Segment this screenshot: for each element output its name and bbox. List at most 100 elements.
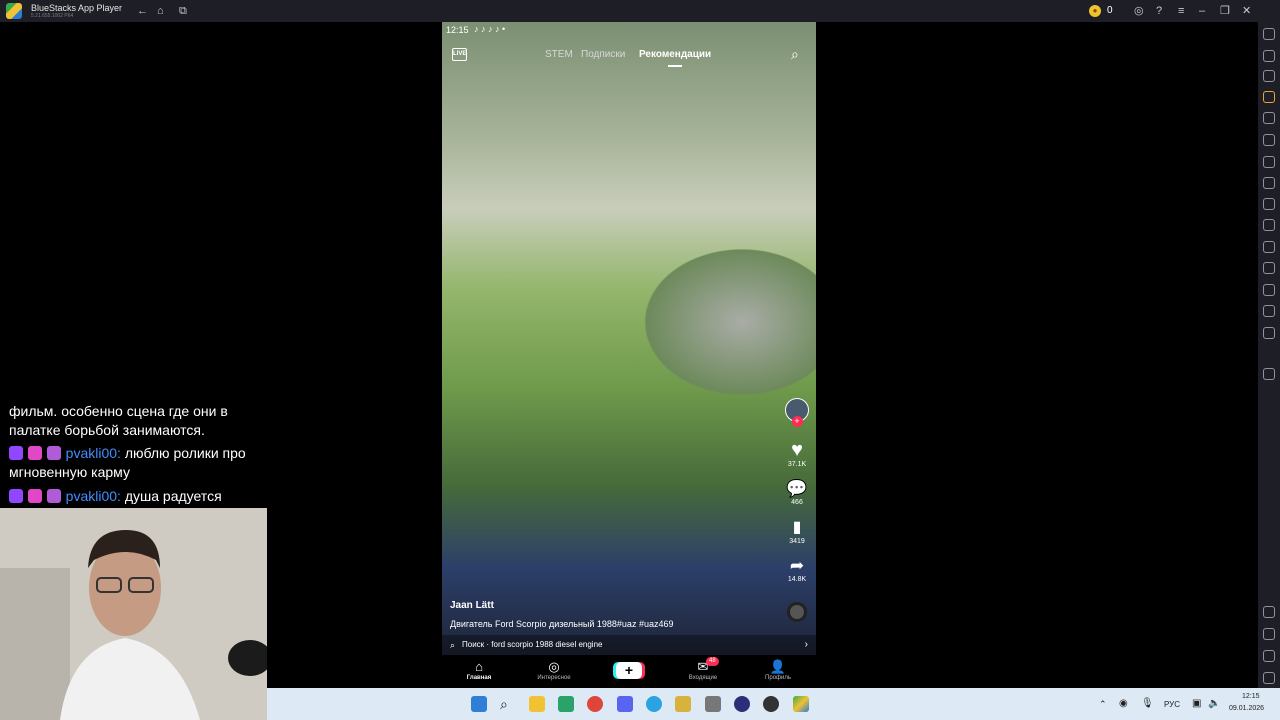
chevron-right-icon: ›: [804, 639, 808, 650]
nav-inbox[interactable]: ✉ Входящие: [678, 659, 728, 681]
screenshot-icon[interactable]: [1263, 198, 1275, 210]
sub-badge-icon: [46, 489, 61, 503]
performance-icon[interactable]: [1263, 177, 1275, 189]
tray-app-icon[interactable]: ◉: [1119, 698, 1128, 709]
multi-instance-icon[interactable]: ⧉: [179, 4, 187, 18]
edge-icon[interactable]: [558, 696, 574, 712]
volume-icon[interactable]: [1263, 50, 1275, 62]
heart-badge-icon: [27, 446, 42, 460]
related-search-text: Поиск · ford scorpio 1988 diesel engine: [462, 640, 603, 649]
install-apk-icon[interactable]: [1263, 70, 1275, 82]
chat-message: pvakli00: душа радуется: [9, 487, 259, 506]
nav-profile-label: Профиль: [765, 675, 791, 681]
heart-icon: ♥: [791, 439, 803, 461]
clock-date[interactable]: 09.01.2026: [1229, 705, 1264, 712]
discord-icon[interactable]: [617, 696, 633, 712]
like-button[interactable]: ♥ 37.1K: [782, 440, 812, 468]
clock-time[interactable]: 12:15: [1242, 693, 1260, 700]
tray-chevron-icon[interactable]: ⌃: [1099, 699, 1107, 710]
comment-button[interactable]: 💬 466: [782, 480, 812, 507]
restore-icon[interactable]: ❐: [1220, 4, 1230, 18]
telegram-icon[interactable]: [646, 696, 662, 712]
tiktok-screen: 12:15 ♪ ♪ ♪ ♪ • LIVE STEM Подписки Реком…: [442, 22, 816, 688]
app-title: BlueStacks App Player: [31, 3, 123, 13]
game-controls-icon[interactable]: [1263, 91, 1275, 103]
inbox-icon: ✉: [697, 659, 709, 674]
create-button[interactable]: +: [616, 662, 642, 679]
back-icon[interactable]: ←: [137, 4, 148, 18]
start-icon[interactable]: [471, 696, 487, 712]
search-taskbar-icon[interactable]: ⌕: [500, 696, 516, 712]
microphone-icon[interactable]: 🎙: [1141, 698, 1154, 709]
fullscreen-icon[interactable]: [1263, 28, 1275, 40]
tab-for-you[interactable]: Рекомендации: [639, 49, 711, 60]
menu-icon[interactable]: ≡: [1178, 4, 1184, 18]
sub-badge-icon: [46, 446, 61, 460]
tab-following[interactable]: Подписки: [581, 49, 625, 60]
file-explorer-icon[interactable]: [529, 696, 545, 712]
account-icon[interactable]: ◎: [1134, 4, 1144, 18]
bottom-navigation: ⌂ Главная ◎ Интересное + ✉ Входящие 48 👤…: [442, 655, 816, 688]
nav-profile[interactable]: 👤 Профиль: [753, 659, 803, 681]
android-recents-icon[interactable]: [1263, 672, 1275, 684]
chat-message-text: душа радуется: [120, 488, 222, 504]
streamer-silhouette: [0, 508, 267, 720]
android-home-icon[interactable]: [1263, 650, 1275, 662]
settings-icon[interactable]: [1263, 606, 1275, 618]
bookmark-icon: ▮: [792, 519, 802, 536]
media-folder-icon[interactable]: [1263, 241, 1275, 253]
like-count: 37.1K: [787, 461, 807, 468]
location-icon[interactable]: [1263, 262, 1275, 274]
chat-app-icon[interactable]: [734, 696, 750, 712]
chrome-icon[interactable]: [587, 696, 603, 712]
app-icon[interactable]: [675, 696, 691, 712]
status-time: 12:15: [446, 25, 469, 35]
tab-active-indicator: [668, 65, 682, 67]
nav-inbox-label: Входящие: [688, 675, 718, 681]
minimize-icon[interactable]: –: [1199, 4, 1205, 18]
app-version: 5.21.655.1002 P64: [31, 13, 74, 19]
layers-icon[interactable]: [1263, 327, 1275, 339]
language-indicator[interactable]: РУС: [1164, 700, 1180, 709]
related-search-bar[interactable]: ⌕ Поиск · ford scorpio 1988 diesel engin…: [442, 635, 816, 655]
author-avatar[interactable]: +: [782, 398, 812, 427]
nav-discover[interactable]: ◎ Интересное: [529, 659, 579, 681]
bluestacks-taskbar-icon[interactable]: [793, 696, 809, 712]
chat-message-text: фильм. особенно сцена где они в палатке …: [9, 403, 228, 438]
stream-chat: фильм. особенно сцена где они в палатке …: [0, 398, 267, 508]
video-caption[interactable]: Двигатель Ford Scorpio дизельный 1988#ua…: [450, 619, 673, 629]
app-window-icon[interactable]: [705, 696, 721, 712]
follow-plus-icon[interactable]: +: [791, 416, 803, 427]
live-icon[interactable]: LIVE: [452, 48, 467, 61]
macro-icon[interactable]: [1263, 134, 1275, 146]
save-button[interactable]: ▮ 3419: [782, 519, 812, 545]
bluestacks-sidebar: [1258, 22, 1280, 720]
video-author[interactable]: Jaan Lätt: [450, 600, 494, 611]
volume-tray-icon[interactable]: 🔈: [1208, 698, 1220, 709]
share-button[interactable]: ➦ 14.8K: [782, 557, 812, 584]
inbox-badge: 48: [706, 657, 719, 666]
network-icon[interactable]: ▣: [1192, 698, 1201, 709]
share-count: 14.8K: [787, 576, 807, 583]
chat-username: pvakli00:: [65, 488, 121, 504]
tab-stem[interactable]: STEM: [545, 49, 573, 60]
multi-instance-sync-icon[interactable]: [1263, 156, 1275, 168]
obs-icon[interactable]: [763, 696, 779, 712]
close-icon[interactable]: ✕: [1242, 4, 1251, 18]
home-icon[interactable]: ⌂: [157, 4, 164, 18]
android-back-icon[interactable]: [1263, 628, 1275, 640]
refresh-icon[interactable]: [1263, 368, 1275, 380]
shake-icon[interactable]: [1263, 284, 1275, 296]
bluestacks-logo-icon: [6, 3, 22, 19]
twitch-badge-icon: [9, 446, 23, 460]
record-icon[interactable]: [1263, 219, 1275, 231]
search-icon[interactable]: ⌕: [791, 46, 799, 63]
nav-home[interactable]: ⌂ Главная: [454, 659, 504, 681]
eco-mode-icon[interactable]: [1263, 305, 1275, 317]
nav-discover-label: Интересное: [537, 675, 571, 681]
coin-count: 0: [1107, 5, 1113, 16]
coin-icon[interactable]: ●: [1089, 5, 1101, 17]
rotate-icon[interactable]: [1263, 112, 1275, 124]
help-icon[interactable]: ?: [1156, 4, 1162, 18]
sound-disc[interactable]: [782, 602, 812, 622]
